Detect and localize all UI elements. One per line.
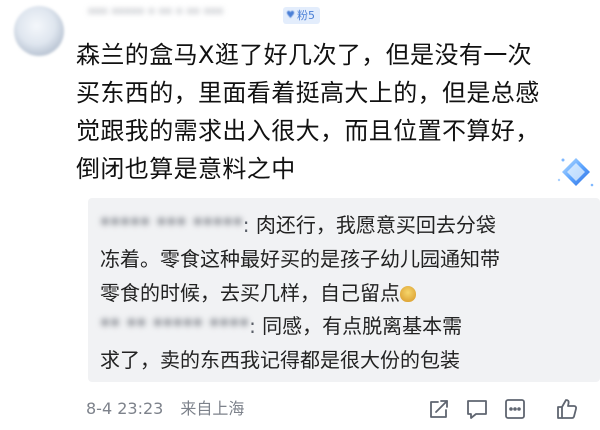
like-icon [557,399,578,419]
reply-item[interactable]: ** ** ***** ****: 同感，有点脱离基本需 求了，卖的东西我记得都… [100,309,580,377]
comment-icon [467,400,487,419]
heart-icon: ♥ [286,10,295,21]
more-button[interactable] [500,394,530,424]
comment-location: 来自上海 [180,399,245,418]
comment-button[interactable] [462,394,492,424]
more-icon [505,399,525,419]
comment-timestamp: 8-4 23:23 [86,399,164,418]
reply-item[interactable]: ***** *** *****: 肉还行，我愿意买回去分袋 冻着。零食这种最好买… [100,208,580,310]
fan-badge: ♥ 粉5 [283,7,320,24]
reply-username[interactable]: ***** *** ***** [100,213,243,237]
like-button[interactable] [552,394,582,424]
reply-separator: : [249,314,256,338]
share-icon [430,400,448,418]
fan-badge-label: 粉5 [296,9,315,22]
reply-username[interactable]: ** ** ***** **** [100,314,249,338]
share-button[interactable] [424,394,454,424]
emoji-icon [400,286,416,302]
comment-meta: 8-4 23:23 来自上海 [86,394,244,424]
comment-text: 森兰的盒马X逛了好几次了，但是没有一次 买东西的，里面看着挺高大上的，但是总感 … [76,41,540,183]
avatar[interactable] [14,6,64,56]
comment-username[interactable]: *** ***** * ** * ** *** [88,6,223,24]
diamond-icon [557,158,594,187]
